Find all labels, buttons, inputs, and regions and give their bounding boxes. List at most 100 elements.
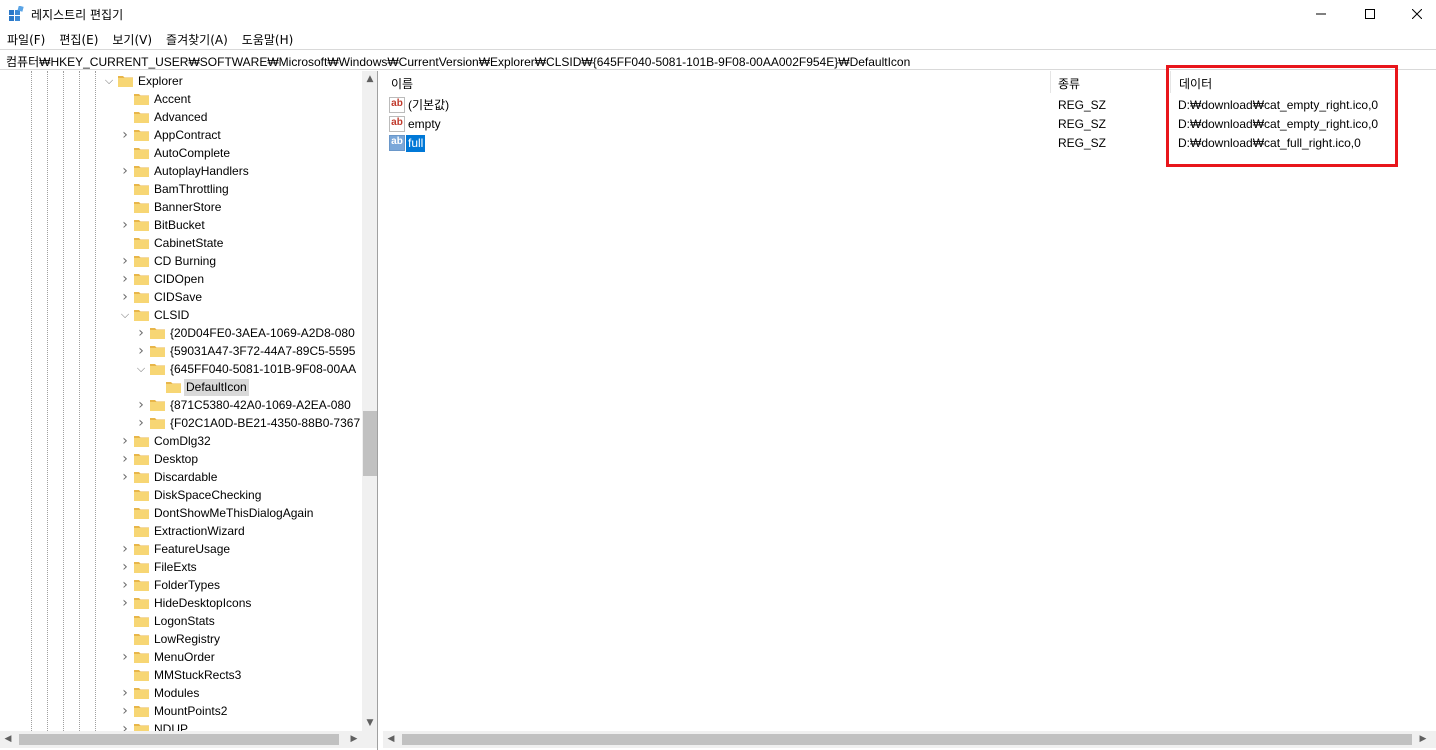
tree-item-label[interactable]: CD Burning [152, 253, 218, 270]
chevron-right-icon[interactable]: › [120, 218, 130, 232]
tree-item-label[interactable]: FileExts [152, 559, 199, 576]
tree-item[interactable]: FileExts [134, 558, 199, 576]
menu-help[interactable]: 도움말(H) [235, 29, 301, 49]
tree-item[interactable]: FolderTypes [134, 576, 222, 594]
tree-item-label[interactable]: LogonStats [152, 613, 217, 630]
chevron-right-icon[interactable]: › [136, 344, 146, 358]
address-path[interactable]: 컴퓨터₩HKEY_CURRENT_USER₩SOFTWARE₩Microsoft… [6, 53, 910, 70]
scroll-up-icon[interactable]: ▲ [362, 71, 377, 87]
value-name[interactable]: full [406, 135, 426, 152]
tree-item-label[interactable]: Advanced [152, 109, 209, 126]
tree-item-label[interactable]: Desktop [152, 451, 200, 468]
scroll-down-icon[interactable]: ▼ [362, 715, 377, 731]
list-hscroll-thumb[interactable] [402, 734, 1412, 745]
tree-item[interactable]: ExtractionWizard [134, 522, 247, 540]
chevron-right-icon[interactable]: › [120, 164, 130, 178]
tree-horizontal-scrollbar[interactable]: ◀ ▶ [0, 731, 377, 748]
menu-edit[interactable]: 편집(E) [52, 29, 105, 49]
tree-item[interactable]: {645FF040-5081-101B-9F08-00AA [150, 360, 358, 378]
scroll-left-icon[interactable]: ◀ [383, 731, 399, 748]
tree-item-label[interactable]: Modules [152, 685, 201, 702]
tree-item[interactable]: Discardable [134, 468, 219, 486]
tree-item[interactable]: {59031A47-3F72-44A7-89C5-5595 [150, 342, 357, 360]
chevron-right-icon[interactable]: › [120, 650, 130, 664]
tree-hscroll-thumb[interactable] [19, 734, 339, 745]
tree-item[interactable]: BitBucket [134, 216, 207, 234]
tree-item-label[interactable]: AppContract [152, 127, 223, 144]
tree-item-label[interactable]: Discardable [152, 469, 219, 486]
tree-item-label[interactable]: CIDSave [152, 289, 204, 306]
tree-item[interactable]: MountPoints2 [134, 702, 229, 720]
close-button[interactable] [1394, 0, 1436, 28]
tree-item-label[interactable]: AutoplayHandlers [152, 163, 251, 180]
tree-item-label[interactable]: AutoComplete [152, 145, 232, 162]
column-header-name[interactable]: 이름 [391, 71, 413, 93]
tree-item[interactable]: Modules [134, 684, 201, 702]
chevron-right-icon[interactable]: › [120, 128, 130, 142]
tree-item[interactable]: {871C5380-42A0-1069-A2EA-080 [150, 396, 353, 414]
value-name[interactable]: (기본값) [406, 97, 451, 114]
chevron-right-icon[interactable]: › [120, 470, 130, 484]
tree-item[interactable]: LogonStats [134, 612, 217, 630]
chevron-right-icon[interactable]: › [120, 272, 130, 286]
tree-item[interactable]: AutoComplete [134, 144, 232, 162]
tree-item[interactable]: DiskSpaceChecking [134, 486, 263, 504]
scroll-left-icon[interactable]: ◀ [0, 731, 16, 748]
chevron-right-icon[interactable]: › [120, 434, 130, 448]
tree-scroll-thumb[interactable] [363, 411, 377, 476]
chevron-right-icon[interactable]: › [120, 686, 130, 700]
tree-item-label[interactable]: {20D04FE0-3AEA-1069-A2D8-080 [168, 325, 357, 342]
chevron-right-icon[interactable]: › [120, 542, 130, 556]
chevron-right-icon[interactable]: › [120, 722, 130, 731]
tree-item[interactable]: Explorer [118, 72, 185, 90]
tree-item-label[interactable]: ComDlg32 [152, 433, 213, 450]
tree-item[interactable]: ComDlg32 [134, 432, 213, 450]
chevron-right-icon[interactable]: › [136, 416, 146, 430]
tree-item-label[interactable]: Explorer [136, 73, 185, 90]
tree-item[interactable]: CIDSave [134, 288, 204, 306]
chevron-right-icon[interactable]: › [136, 398, 146, 412]
maximize-button[interactable] [1347, 0, 1393, 28]
tree-item-label[interactable]: MMStuckRects3 [152, 667, 243, 684]
menu-view[interactable]: 보기(V) [105, 29, 159, 49]
tree-item[interactable]: CLSID [134, 306, 191, 324]
tree-item[interactable]: CIDOpen [134, 270, 206, 288]
tree-item[interactable]: HideDesktopIcons [134, 594, 253, 612]
chevron-right-icon[interactable]: › [136, 326, 146, 340]
tree-item-label[interactable]: BitBucket [152, 217, 207, 234]
tree-item[interactable]: MenuOrder [134, 648, 217, 666]
tree-item[interactable]: MMStuckRects3 [134, 666, 243, 684]
tree-item-label[interactable]: FeatureUsage [152, 541, 232, 558]
tree-item[interactable]: AutoplayHandlers [134, 162, 251, 180]
scroll-right-icon[interactable]: ▶ [346, 731, 362, 748]
tree-item[interactable]: NDUP [134, 720, 190, 731]
tree-vertical-scrollbar[interactable]: ▲ ▼ [362, 71, 377, 731]
tree-item-label[interactable]: CLSID [152, 307, 191, 324]
chevron-down-icon[interactable]: ⌵ [136, 363, 146, 374]
column-separator[interactable] [1050, 71, 1051, 93]
tree-item[interactable]: BamThrottling [134, 180, 231, 198]
scroll-right-icon[interactable]: ▶ [1415, 731, 1431, 748]
menu-file[interactable]: 파일(F) [0, 29, 52, 49]
tree-item-label[interactable]: DontShowMeThisDialogAgain [152, 505, 315, 522]
chevron-right-icon[interactable]: › [120, 704, 130, 718]
tree-item-label[interactable]: BannerStore [152, 199, 223, 216]
tree-item[interactable]: LowRegistry [134, 630, 222, 648]
tree-item-label[interactable]: DiskSpaceChecking [152, 487, 263, 504]
tree-item-label[interactable]: NDUP [152, 721, 190, 732]
chevron-down-icon[interactable]: ⌵ [104, 75, 114, 86]
chevron-right-icon[interactable]: › [120, 560, 130, 574]
value-name[interactable]: empty [406, 116, 443, 133]
chevron-right-icon[interactable]: › [120, 596, 130, 610]
tree-item-label[interactable]: HideDesktopIcons [152, 595, 253, 612]
tree-item[interactable]: {20D04FE0-3AEA-1069-A2D8-080 [150, 324, 357, 342]
tree-item-label[interactable]: DefaultIcon [184, 378, 249, 396]
tree-item-label[interactable]: {871C5380-42A0-1069-A2EA-080 [168, 397, 353, 414]
tree-item[interactable]: Accent [134, 90, 193, 108]
menu-favorites[interactable]: 즐겨찾기(A) [159, 29, 235, 49]
tree-item-label[interactable]: CabinetState [152, 235, 225, 252]
tree-item-label[interactable]: MenuOrder [152, 649, 217, 666]
tree-item-label[interactable]: FolderTypes [152, 577, 222, 594]
chevron-right-icon[interactable]: › [120, 254, 130, 268]
tree-item-label[interactable]: {645FF040-5081-101B-9F08-00AA [168, 361, 358, 378]
